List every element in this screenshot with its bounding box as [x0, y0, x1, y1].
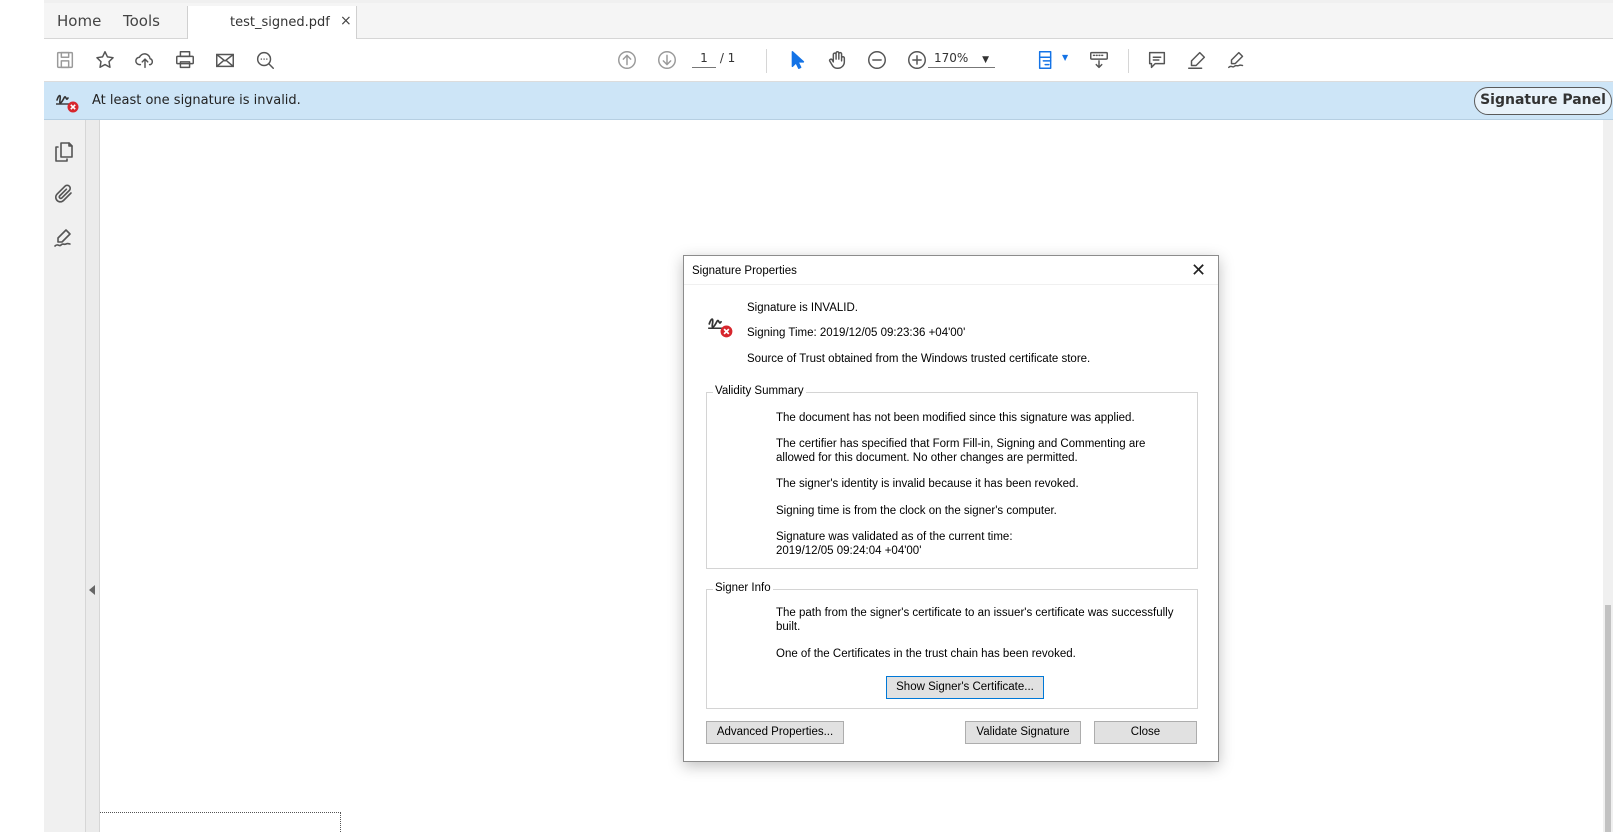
printer-icon[interactable] — [172, 47, 198, 73]
star-icon[interactable] — [92, 47, 118, 73]
zoom-out-icon[interactable] — [864, 47, 890, 73]
signer-info-group: Signer Info The path from the signer's c… — [706, 582, 1198, 709]
dialog-titlebar[interactable]: Signature Properties ✕ — [684, 256, 1218, 285]
signatures-panel-icon[interactable] — [52, 226, 78, 252]
scrollbar-thumb[interactable] — [1605, 605, 1611, 832]
fit-page-icon[interactable] — [1034, 47, 1060, 73]
page-total: / 1 — [719, 51, 736, 65]
signer-info-line: The path from the signer's certificate t… — [776, 607, 1174, 633]
envelope-icon[interactable] — [212, 47, 238, 73]
validity-summary-legend: Validity Summary — [713, 385, 806, 397]
zoom-select[interactable]: 170% ▼ — [928, 51, 996, 68]
validity-line: The signer's identity is invalid because… — [776, 478, 1079, 490]
fit-page-chevron-icon[interactable]: ▼ — [1062, 53, 1068, 62]
vertical-scrollbar[interactable] — [1603, 120, 1613, 832]
signature-properties-dialog: Signature Properties ✕ Signature is INVA… — [683, 255, 1219, 762]
validity-line: Signing time is from the clock on the si… — [776, 505, 1057, 517]
panel-collapse-handle[interactable] — [86, 120, 100, 832]
left-navigation-rail — [44, 120, 86, 832]
signature-info-bar: At least one signature is invalid. Signa… — [44, 82, 1613, 120]
toolbar-divider — [1128, 49, 1129, 73]
tab-tools[interactable]: Tools — [123, 12, 160, 30]
signer-info-legend: Signer Info — [713, 582, 773, 594]
arrow-up-circle-icon[interactable] — [614, 47, 640, 73]
validate-signature-button[interactable]: Validate Signature — [965, 721, 1081, 744]
cloud-upload-icon[interactable] — [132, 47, 158, 73]
pen-icon[interactable] — [1184, 47, 1210, 73]
collapse-arrow-icon — [89, 585, 95, 595]
page-edge — [100, 812, 341, 832]
close-icon[interactable]: ✕ — [1191, 260, 1206, 281]
signature-status: Signature is INVALID. — [747, 302, 859, 314]
validity-line: The document has not been modified since… — [776, 412, 1135, 424]
hand-icon[interactable] — [824, 47, 850, 73]
invalid-signature-icon — [706, 311, 734, 344]
page-thumbnails-icon[interactable] — [52, 140, 78, 166]
toolbar: 1 / 1 170% ▼ ▼ — [44, 39, 1613, 82]
attachment-icon[interactable] — [52, 182, 78, 208]
search-icon[interactable] — [252, 47, 278, 73]
validity-line: Signature was validated as of the curren… — [776, 531, 1013, 557]
tab-close-icon[interactable]: × — [340, 13, 352, 29]
tab-document-label: test_signed.pdf — [230, 15, 330, 30]
invalid-signature-icon — [54, 88, 80, 118]
zoom-value: 170% — [934, 51, 969, 65]
tab-document[interactable]: test_signed.pdf × — [187, 6, 357, 40]
close-button[interactable]: Close — [1094, 721, 1197, 744]
toolbar-divider — [766, 49, 767, 73]
trust-source: Source of Trust obtained from the Window… — [747, 353, 1091, 365]
validity-line: The certifier has specified that Form Fi… — [776, 438, 1146, 464]
signer-info-line: One of the Certificates in the trust cha… — [776, 648, 1076, 660]
signature-status-message: At least one signature is invalid. — [92, 93, 301, 108]
scroll-mode-icon[interactable] — [1086, 47, 1112, 73]
dialog-title: Signature Properties — [692, 265, 797, 277]
signature-panel-button[interactable]: Signature Panel — [1474, 87, 1612, 115]
sign-icon[interactable] — [1224, 47, 1250, 73]
advanced-properties-button[interactable]: Advanced Properties... — [706, 721, 844, 744]
page-number-input[interactable]: 1 — [692, 51, 716, 68]
signing-time: Signing Time: 2019/12/05 09:23:36 +04'00… — [747, 327, 966, 339]
cursor-icon[interactable] — [784, 47, 810, 73]
save-icon[interactable] — [52, 47, 78, 73]
tab-home[interactable]: Home — [57, 12, 101, 30]
zoom-in-icon[interactable] — [904, 47, 930, 73]
show-signer-certificate-button[interactable]: Show Signer's Certificate... — [886, 676, 1044, 699]
validity-summary-group: Validity Summary The document has not be… — [706, 385, 1198, 569]
page-indicator: 1 / 1 — [692, 51, 735, 68]
tab-bar: Home Tools test_signed.pdf × — [44, 3, 1613, 40]
arrow-down-circle-icon[interactable] — [654, 47, 680, 73]
comment-icon[interactable] — [1144, 47, 1170, 73]
chevron-down-icon: ▼ — [982, 55, 990, 65]
